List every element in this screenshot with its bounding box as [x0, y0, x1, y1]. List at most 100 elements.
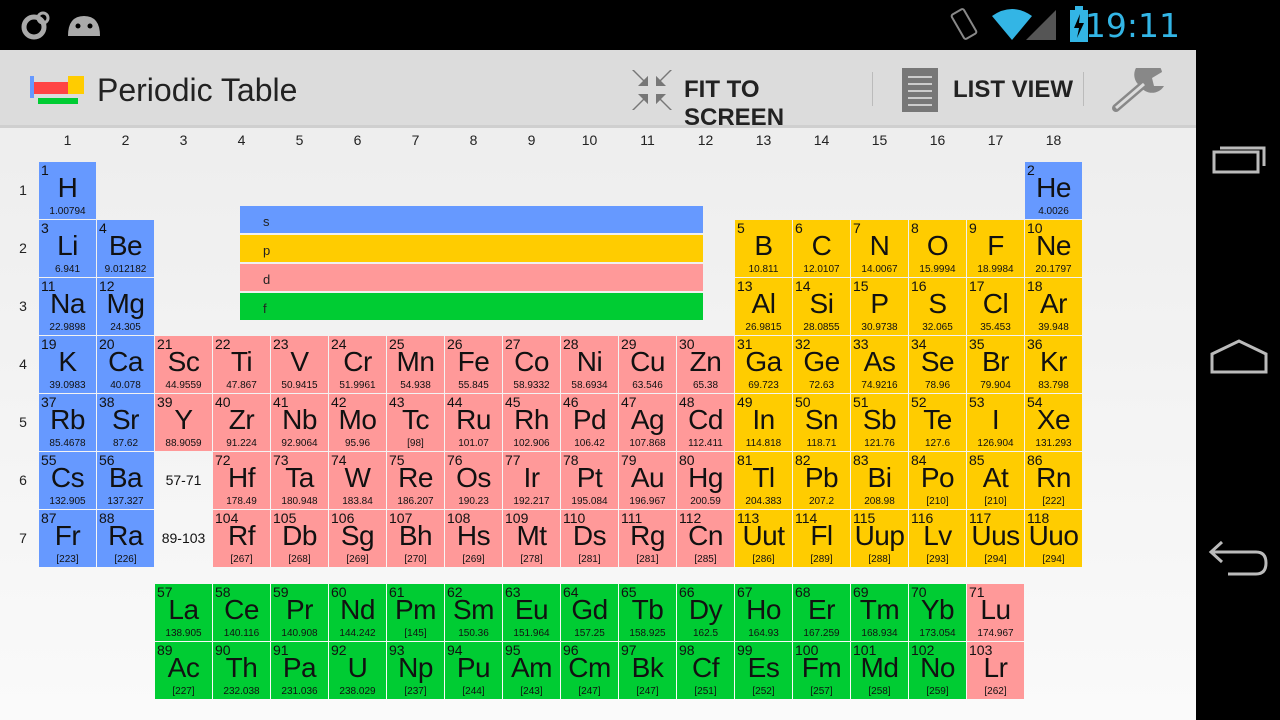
element-cell[interactable]: 74 W 183.84 — [329, 452, 386, 509]
element-cell[interactable]: 76 Os 190.23 — [445, 452, 502, 509]
element-cell[interactable]: 97 Bk [247] — [619, 642, 676, 699]
element-cell[interactable]: 70 Yb 173.054 — [909, 584, 966, 641]
element-cell[interactable]: 115 Uup [288] — [851, 510, 908, 567]
element-cell[interactable]: 63 Eu 151.964 — [503, 584, 560, 641]
element-cell[interactable]: 39 Y 88.9059 — [155, 394, 212, 451]
element-cell[interactable]: 57 La 138.905 — [155, 584, 212, 641]
fit-to-screen-button[interactable]: FIT TO SCREEN — [626, 50, 862, 131]
element-cell[interactable]: 18 Ar 39.948 — [1025, 278, 1082, 335]
element-cell[interactable]: 1 H 1.00794 — [39, 162, 96, 219]
element-cell[interactable]: 45 Rh 102.906 — [503, 394, 560, 451]
element-cell[interactable]: 5 B 10.811 — [735, 220, 792, 277]
element-cell[interactable]: 3 Li 6.941 — [39, 220, 96, 277]
element-cell[interactable]: 98 Cf [251] — [677, 642, 734, 699]
element-cell[interactable]: 10 Ne 20.1797 — [1025, 220, 1082, 277]
element-cell[interactable]: 107 Bh [270] — [387, 510, 444, 567]
element-cell[interactable]: 95 Am [243] — [503, 642, 560, 699]
element-cell[interactable]: 24 Cr 51.9961 — [329, 336, 386, 393]
element-cell[interactable]: 71 Lu 174.967 — [967, 584, 1024, 641]
settings-wrench-icon[interactable] — [1110, 68, 1170, 112]
element-cell[interactable]: 77 Ir 192.217 — [503, 452, 560, 509]
element-cell[interactable]: 31 Ga 69.723 — [735, 336, 792, 393]
back-icon[interactable] — [1208, 538, 1270, 578]
element-cell[interactable]: 27 Co 58.9332 — [503, 336, 560, 393]
element-cell[interactable]: 28 Ni 58.6934 — [561, 336, 618, 393]
element-cell[interactable]: 36 Kr 83.798 — [1025, 336, 1082, 393]
element-cell[interactable]: 33 As 74.9216 — [851, 336, 908, 393]
element-cell[interactable]: 82 Pb 207.2 — [793, 452, 850, 509]
element-cell[interactable]: 100 Fm [257] — [793, 642, 850, 699]
element-cell[interactable]: 92 U 238.029 — [329, 642, 386, 699]
element-cell[interactable]: 38 Sr 87.62 — [97, 394, 154, 451]
element-cell[interactable]: 42 Mo 95.96 — [329, 394, 386, 451]
element-cell[interactable]: 80 Hg 200.59 — [677, 452, 734, 509]
list-view-button[interactable]: LIST VIEW — [896, 50, 1076, 128]
element-cell[interactable]: 16 S 32.065 — [909, 278, 966, 335]
element-cell[interactable]: 8 O 15.9994 — [909, 220, 966, 277]
element-cell[interactable]: 15 P 30.9738 — [851, 278, 908, 335]
element-cell[interactable]: 35 Br 79.904 — [967, 336, 1024, 393]
element-cell[interactable]: 22 Ti 47.867 — [213, 336, 270, 393]
element-cell[interactable]: 64 Gd 157.25 — [561, 584, 618, 641]
element-cell[interactable]: 117 Uus [294] — [967, 510, 1024, 567]
element-cell[interactable]: 19 K 39.0983 — [39, 336, 96, 393]
element-cell[interactable]: 40 Zr 91.224 — [213, 394, 270, 451]
element-cell[interactable]: 72 Hf 178.49 — [213, 452, 270, 509]
element-cell[interactable]: 43 Tc [98] — [387, 394, 444, 451]
element-cell[interactable]: 53 I 126.904 — [967, 394, 1024, 451]
element-cell[interactable]: 47 Ag 107.868 — [619, 394, 676, 451]
element-cell[interactable]: 110 Ds [281] — [561, 510, 618, 567]
element-cell[interactable]: 26 Fe 55.845 — [445, 336, 502, 393]
element-cell[interactable]: 41 Nb 92.9064 — [271, 394, 328, 451]
element-cell[interactable]: 58 Ce 140.116 — [213, 584, 270, 641]
element-cell[interactable]: 102 No [259] — [909, 642, 966, 699]
element-cell[interactable]: 81 Tl 204.383 — [735, 452, 792, 509]
element-cell[interactable]: 7 N 14.0067 — [851, 220, 908, 277]
element-cell[interactable]: 75 Re 186.207 — [387, 452, 444, 509]
element-cell[interactable]: 93 Np [237] — [387, 642, 444, 699]
element-cell[interactable]: 13 Al 26.9815 — [735, 278, 792, 335]
element-cell[interactable]: 66 Dy 162.5 — [677, 584, 734, 641]
element-cell[interactable]: 32 Ge 72.63 — [793, 336, 850, 393]
element-cell[interactable]: 83 Bi 208.98 — [851, 452, 908, 509]
element-cell[interactable]: 9 F 18.9984 — [967, 220, 1024, 277]
element-cell[interactable]: 49 In 114.818 — [735, 394, 792, 451]
home-icon[interactable] — [1210, 338, 1268, 376]
element-cell[interactable]: 94 Pu [244] — [445, 642, 502, 699]
element-cell[interactable]: 68 Er 167.259 — [793, 584, 850, 641]
element-cell[interactable]: 34 Se 78.96 — [909, 336, 966, 393]
element-cell[interactable]: 62 Sm 150.36 — [445, 584, 502, 641]
element-cell[interactable]: 79 Au 196.967 — [619, 452, 676, 509]
element-cell[interactable]: 109 Mt [278] — [503, 510, 560, 567]
element-cell[interactable]: 30 Zn 65.38 — [677, 336, 734, 393]
element-cell[interactable]: 51 Sb 121.76 — [851, 394, 908, 451]
element-cell[interactable]: 87 Fr [223] — [39, 510, 96, 567]
element-cell[interactable]: 50 Sn 118.71 — [793, 394, 850, 451]
recent-apps-icon[interactable] — [1212, 140, 1268, 176]
element-cell[interactable]: 55 Cs 132.905 — [39, 452, 96, 509]
element-cell[interactable]: 114 Fl [289] — [793, 510, 850, 567]
element-cell[interactable]: 11 Na 22.9898 — [39, 278, 96, 335]
element-cell[interactable]: 101 Md [258] — [851, 642, 908, 699]
element-cell[interactable]: 112 Cn [285] — [677, 510, 734, 567]
element-cell[interactable]: 14 Si 28.0855 — [793, 278, 850, 335]
element-cell[interactable]: 52 Te 127.6 — [909, 394, 966, 451]
element-cell[interactable]: 46 Pd 106.42 — [561, 394, 618, 451]
element-cell[interactable]: 113 Uut [286] — [735, 510, 792, 567]
element-cell[interactable]: 99 Es [252] — [735, 642, 792, 699]
element-cell[interactable]: 25 Mn 54.938 — [387, 336, 444, 393]
element-cell[interactable]: 84 Po [210] — [909, 452, 966, 509]
element-cell[interactable]: 4 Be 9.012182 — [97, 220, 154, 277]
element-cell[interactable]: 12 Mg 24.305 — [97, 278, 154, 335]
element-cell[interactable]: 61 Pm [145] — [387, 584, 444, 641]
element-cell[interactable]: 60 Nd 144.242 — [329, 584, 386, 641]
element-cell[interactable]: 116 Lv [293] — [909, 510, 966, 567]
element-cell[interactable]: 56 Ba 137.327 — [97, 452, 154, 509]
element-cell[interactable]: 89 Ac [227] — [155, 642, 212, 699]
element-cell[interactable]: 21 Sc 44.9559 — [155, 336, 212, 393]
element-cell[interactable]: 108 Hs [269] — [445, 510, 502, 567]
element-cell[interactable]: 103 Lr [262] — [967, 642, 1024, 699]
element-cell[interactable]: 17 Cl 35.453 — [967, 278, 1024, 335]
element-cell[interactable]: 104 Rf [267] — [213, 510, 270, 567]
element-cell[interactable]: 37 Rb 85.4678 — [39, 394, 96, 451]
